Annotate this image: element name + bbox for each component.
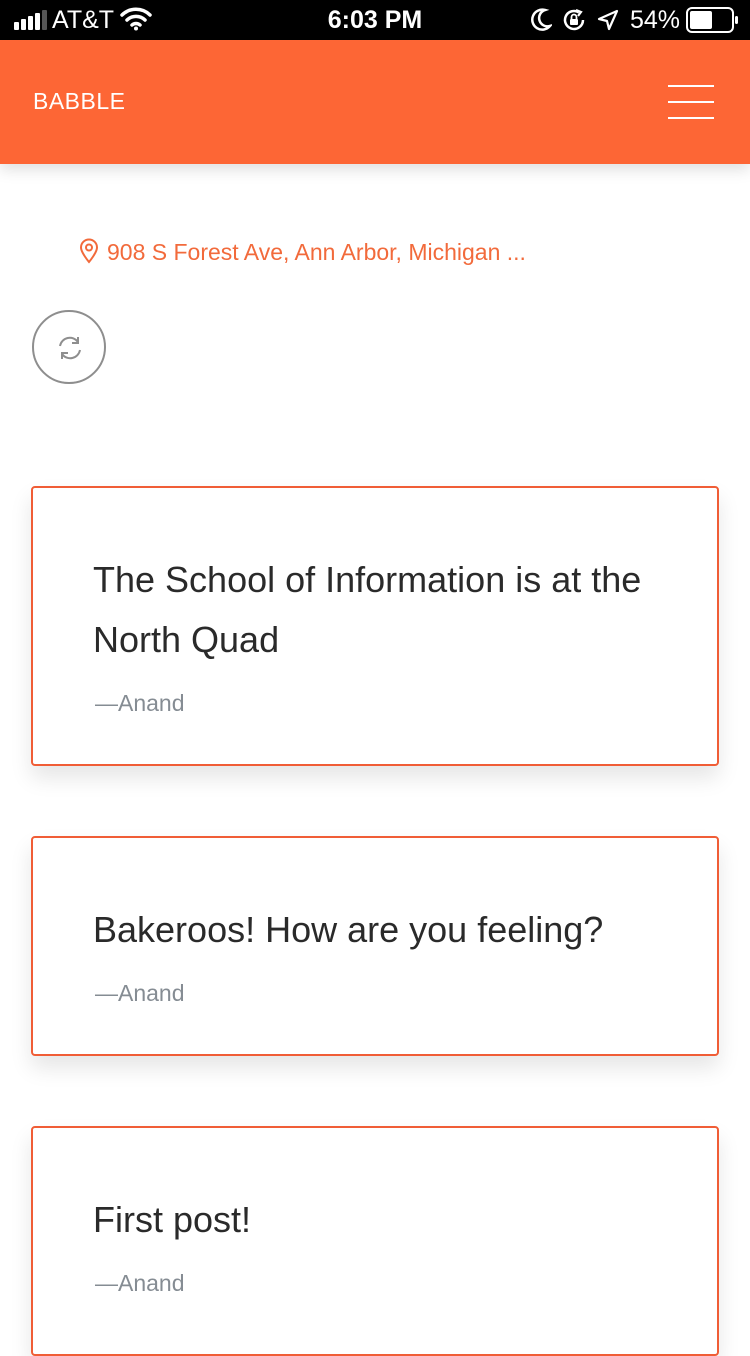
refresh-icon xyxy=(59,336,81,360)
battery-percentage: 54% xyxy=(630,6,681,34)
post-card: Bakeroos! How are you feeling? —Anand xyxy=(31,836,719,1056)
location-arrow-icon xyxy=(597,9,619,31)
post-author: —Anand xyxy=(95,690,185,716)
post-message: Bakeroos! How are you feeling? xyxy=(93,909,604,950)
location-text: 908 S Forest Ave, Ann Arbor, Michigan ..… xyxy=(107,239,526,265)
post-card: First post! —Anand xyxy=(31,1126,719,1356)
map-pin-icon xyxy=(79,238,99,264)
app-header: BABBLE xyxy=(0,40,750,164)
status-bar: AT&T 6:03 PM 54% xyxy=(0,0,750,40)
brand-title[interactable]: BABBLE xyxy=(33,88,126,114)
location-display: 908 S Forest Ave, Ann Arbor, Michigan ..… xyxy=(79,236,526,268)
refresh-button[interactable] xyxy=(32,310,106,384)
post-author: —Anand xyxy=(95,1270,185,1296)
post-message: First post! xyxy=(93,1199,252,1240)
post-card: The School of Information is at the Nort… xyxy=(31,486,719,766)
hamburger-menu-icon[interactable] xyxy=(668,84,716,120)
battery-icon xyxy=(686,7,738,33)
moon-icon xyxy=(531,8,552,31)
post-author: —Anand xyxy=(95,980,185,1006)
rotation-lock-icon xyxy=(563,8,585,31)
post-message: The School of Information is at the Nort… xyxy=(93,559,642,660)
